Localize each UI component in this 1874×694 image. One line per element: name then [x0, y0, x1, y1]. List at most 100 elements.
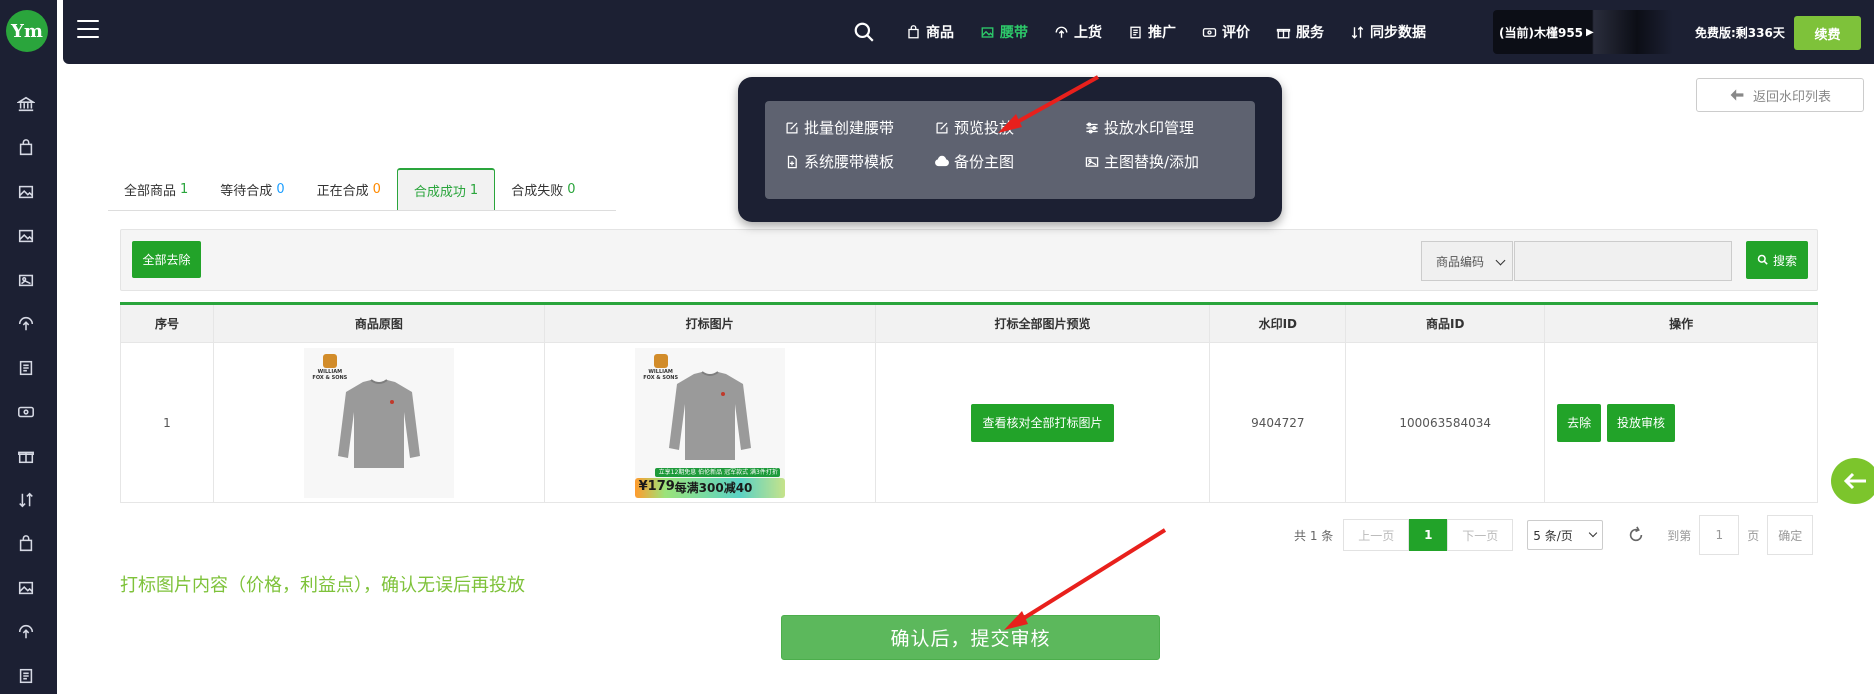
- image-icon: [981, 26, 994, 38]
- account-name: (当前)木槿955: [1499, 25, 1584, 40]
- nav-promotion[interactable]: 推广: [1128, 22, 1176, 42]
- bag-icon: [908, 24, 919, 38]
- tab-success[interactable]: 合成成功 1: [396, 168, 496, 210]
- doc-icon[interactable]: [14, 664, 38, 688]
- table-row: 1 WILLIAM FOX & SONS WILLIAM FOX & SONS …: [120, 342, 1818, 503]
- arrow-left-icon: [1843, 472, 1866, 490]
- upload-icon[interactable]: [14, 620, 38, 644]
- top-navbar: 商品 腰带 上货 推广 评价 服务 同步数据 (当前)木槿955 ▶ 免费版:剩…: [63, 0, 1874, 64]
- money-icon[interactable]: [14, 400, 38, 424]
- goto-confirm-button[interactable]: 确定: [1767, 515, 1814, 555]
- menu-item-label: 批量创建腰带: [804, 119, 895, 137]
- actions-cell: 去除 投放审核: [1544, 342, 1818, 503]
- belt-dropdown-items: 批量创建腰带 预览投放 投放水印管理 系统腰带模板 备份主图 主图替换/添加: [765, 101, 1255, 199]
- remove-button[interactable]: 去除: [1557, 403, 1602, 442]
- app-logo[interactable]: Ym: [6, 10, 48, 52]
- search-field-select[interactable]: 商品编码: [1421, 241, 1513, 281]
- sync-icon[interactable]: [14, 488, 38, 512]
- goto-label: 到第: [1667, 528, 1692, 543]
- refresh-icon[interactable]: [1627, 526, 1645, 544]
- original-product-image[interactable]: WILLIAM FOX & SONS: [303, 347, 454, 498]
- confirm-submit-review-button[interactable]: 确认后，提交审核: [781, 615, 1160, 660]
- tab-failed[interactable]: 合成失败 0: [495, 168, 591, 210]
- nav-label: 腰带: [1000, 25, 1028, 41]
- nav-label: 评价: [1222, 25, 1250, 41]
- col-marked-image: 打标图片: [543, 303, 876, 343]
- bank-icon[interactable]: [14, 92, 38, 116]
- gift-icon: [1276, 28, 1291, 38]
- tab-waiting[interactable]: 等待合成 0: [204, 168, 300, 210]
- chevron-down-icon: [1495, 255, 1506, 266]
- menu-item-replace-main-image[interactable]: 主图替换/添加: [1085, 151, 1199, 172]
- edit-icon: [786, 121, 798, 134]
- prev-page-button[interactable]: 上一页: [1343, 519, 1410, 551]
- account-switcher[interactable]: (当前)木槿955 ▶: [1493, 10, 1673, 54]
- next-page-button[interactable]: 下一页: [1447, 519, 1514, 551]
- nav-listing[interactable]: 上货: [1054, 22, 1102, 42]
- page-size-select[interactable]: 5 条/页: [1527, 520, 1604, 550]
- renew-button[interactable]: 续费: [1794, 16, 1861, 50]
- back-to-watermark-list-button[interactable]: 返回水印列表: [1696, 78, 1864, 112]
- search-button[interactable]: 搜索: [1746, 241, 1808, 279]
- image-icon[interactable]: [14, 576, 38, 600]
- nav-belt[interactable]: 腰带: [980, 22, 1028, 42]
- col-preview-all: 打标全部图片预览: [874, 303, 1211, 343]
- menu-item-system-belt-template[interactable]: 系统腰带模板: [785, 151, 894, 172]
- preview-cell: 查看核对全部打标图片: [874, 342, 1211, 503]
- search-icon: [1757, 254, 1768, 265]
- pagination: 共 1 条 上一页 1 下一页 5 条/页 到第 1 页 确定: [1294, 515, 1814, 555]
- annotation-arrow-bottom: [1014, 528, 1167, 625]
- bag-icon[interactable]: [14, 532, 38, 556]
- nav-label: 商品: [926, 25, 954, 41]
- tab-all-products[interactable]: 全部商品 1: [108, 168, 204, 210]
- menu-item-batch-create-belt[interactable]: 批量创建腰带: [785, 117, 894, 138]
- file-plus-icon: [787, 155, 797, 168]
- upload-icon[interactable]: [14, 312, 38, 336]
- belt-dropdown-menu: 批量创建腰带 预览投放 投放水印管理 系统腰带模板 备份主图 主图替换/添加: [738, 77, 1282, 222]
- image-icon[interactable]: [14, 180, 38, 204]
- tab-count: 0: [567, 181, 576, 197]
- page-1-button[interactable]: 1: [1409, 519, 1448, 551]
- search-input[interactable]: [1514, 241, 1732, 281]
- nav-sync-data[interactable]: 同步数据: [1350, 22, 1426, 42]
- submit-review-button[interactable]: 投放审核: [1607, 403, 1676, 442]
- tab-label: 合成成功: [413, 184, 466, 200]
- nav-service[interactable]: 服务: [1276, 22, 1324, 42]
- marked-product-image[interactable]: WILLIAM FOX & SONS 立享12期免息 伯伦新品 冠军款式 满3件…: [634, 347, 785, 498]
- gallery-icon[interactable]: [14, 268, 38, 292]
- menu-item-label: 备份主图: [954, 153, 1015, 171]
- bag-icon[interactable]: [14, 136, 38, 160]
- original-image-cell: WILLIAM FOX & SONS: [212, 342, 545, 503]
- sync-icon: [1351, 25, 1364, 39]
- tab-processing[interactable]: 正在合成 0: [301, 168, 397, 210]
- search-icon[interactable]: [853, 21, 880, 43]
- menu-item-watermark-management[interactable]: 投放水印管理: [1085, 117, 1194, 138]
- menu-item-label: 投放水印管理: [1104, 119, 1195, 137]
- nav-products[interactable]: 商品: [906, 22, 954, 42]
- goto-page-input[interactable]: 1: [1699, 515, 1740, 555]
- nav-label: 服务: [1296, 25, 1324, 41]
- hamburger-menu-icon[interactable]: [77, 20, 99, 40]
- trial-status: 免费版:剩336天: [1695, 26, 1785, 40]
- shirt-image: [668, 370, 751, 460]
- view-all-marked-images-button[interactable]: 查看核对全部打标图片: [970, 403, 1114, 442]
- nav-review[interactable]: 评价: [1202, 22, 1250, 42]
- caret-right-icon: ▶: [1586, 26, 1594, 38]
- page-unit-label: 页: [1747, 528, 1760, 543]
- back-arrow-float-button[interactable]: [1831, 458, 1874, 504]
- upload-icon: [1055, 26, 1068, 38]
- col-product-id: 商品ID: [1345, 303, 1546, 343]
- marked-image-cell: WILLIAM FOX & SONS 立享12期免息 伯伦新品 冠军款式 满3件…: [543, 342, 876, 503]
- doc-icon[interactable]: [14, 356, 38, 380]
- remove-all-button[interactable]: 全部去除: [132, 241, 201, 278]
- shirt-image: [337, 378, 420, 468]
- watermark-id-cell: 9404727: [1209, 342, 1347, 503]
- menu-item-preview-deploy[interactable]: 预览投放: [935, 117, 1014, 138]
- image-icon[interactable]: [14, 224, 38, 248]
- status-tabs: 全部商品 1 等待合成 0 正在合成 0 合成成功 1 合成失败 0: [108, 168, 616, 211]
- gift-icon[interactable]: [14, 444, 38, 468]
- menu-item-backup-main-image[interactable]: 备份主图: [935, 151, 1014, 172]
- top-nav: 商品 腰带 上货 推广 评价 服务 同步数据: [853, 0, 1452, 64]
- menu-item-label: 系统腰带模板: [804, 153, 895, 171]
- tab-label: 合成失败: [511, 183, 564, 199]
